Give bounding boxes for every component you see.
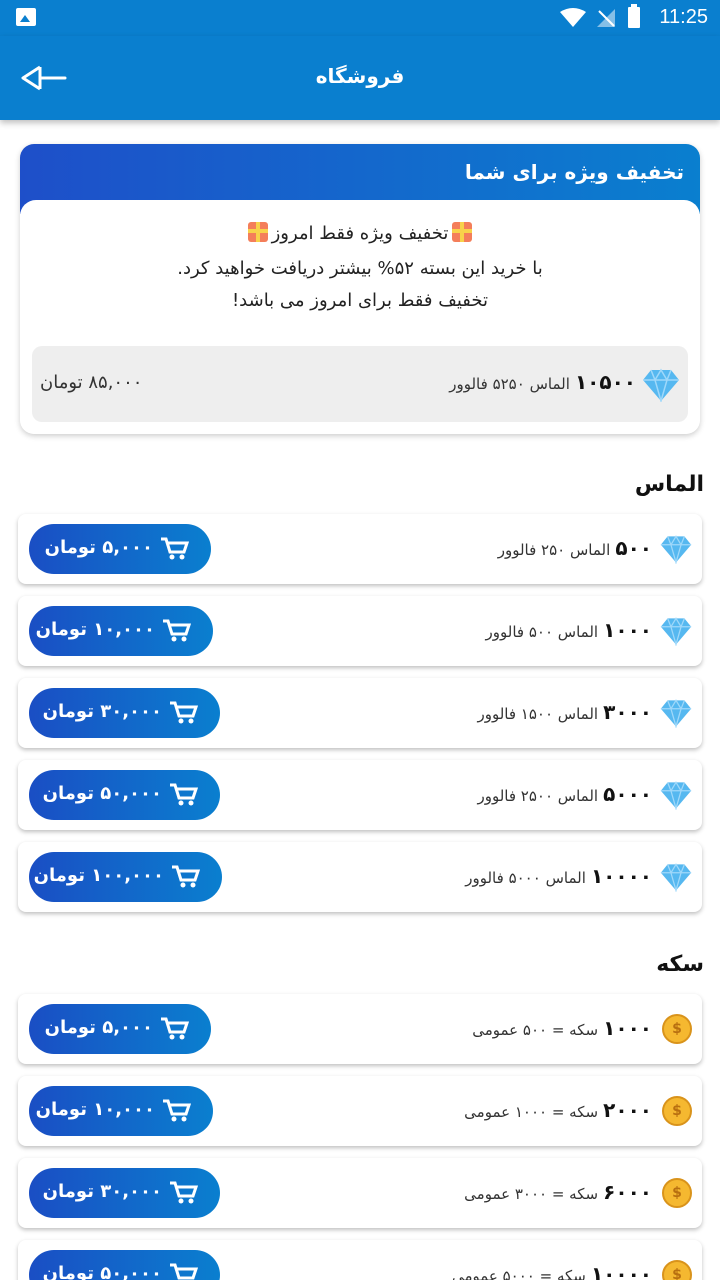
package-label: الماس ۵۰۰۰ فالوور [465,869,586,887]
package-desc: ۶۰۰۰ سکه = ۳۰۰۰ عمومی [464,1180,652,1204]
buy-button[interactable]: ۱۰,۰۰۰ تومان [29,606,213,656]
package-amount: ۶۰۰۰ [603,1180,652,1204]
wifi-icon [560,8,586,27]
offer-package-label: الماس ۵۲۵۰ فالوور [449,375,570,393]
package-amount: ۱۰۰۰ [603,618,652,642]
battery-icon [628,4,640,28]
cart-icon [163,1099,191,1122]
clock: 11:25 [659,6,708,28]
package-desc: ۵۰۰۰ الماس ۲۵۰۰ فالوور [477,782,652,806]
package-desc: ۱۰۰۰۰ الماس ۵۰۰۰ فالوور [465,864,652,888]
coin-package: ۵۰,۰۰۰ تومان $ ۱۰۰۰۰ سکه = ۵۰۰۰ عمومی [18,1240,702,1280]
cart-icon [172,865,200,888]
diamond-package: ۵۰,۰۰۰ تومان ۵۰۰۰ الماس ۲۵۰۰ فالوور [18,760,702,830]
image-notification-icon [16,8,36,26]
package-desc: ۲۰۰۰ سکه = ۱۰۰۰ عمومی [464,1098,652,1122]
diamond-icon [660,617,692,646]
cart-icon [170,783,198,806]
package-label: الماس ۲۵۰ فالوور [497,541,611,559]
buy-button-price: ۵۰,۰۰۰ تومان [42,1263,162,1280]
buy-button[interactable]: ۵۰,۰۰۰ تومان [29,770,220,820]
gift-icon [452,222,473,242]
package-amount: ۵۰۰ [615,536,652,560]
package-amount: ۳۰۰۰ [603,700,652,724]
cart-icon [170,1181,198,1204]
buy-button-price: ۱۰,۰۰۰ تومان [35,619,155,640]
diamond-icon [643,368,679,402]
buy-button-price: ۵,۰۰۰ تومان [44,1017,153,1038]
package-amount: ۲۰۰۰ [603,1098,652,1122]
package-desc: ۱۰۰۰ سکه = ۵۰۰ عمومی [472,1016,652,1040]
offer-line-3: تخفیف فقط برای امروز می باشد! [231,290,489,311]
status-bar: 11:25 [0,0,720,36]
package-label: الماس ۱۵۰۰ فالوور [477,705,599,723]
buy-button[interactable]: ۱۰۰,۰۰۰ تومان [29,852,222,902]
offer-body: تخفیف ویژه فقط امروز با خرید این بسته ۵۲… [20,200,700,434]
buy-button-price: ۵۰,۰۰۰ تومان [42,783,162,804]
gift-icon [247,222,268,242]
offer-package[interactable]: ۱۰۵۰۰ الماس ۵۲۵۰ فالوور ۸۵,۰۰۰ تومان [32,346,688,422]
package-amount: ۱۰۰۰۰ [590,1262,652,1280]
package-amount: ۵۰۰۰ [603,782,652,806]
coin-package: ۵,۰۰۰ تومان $ ۱۰۰۰ سکه = ۵۰۰ عمومی [18,994,702,1064]
diamond-package: ۵,۰۰۰ تومان ۵۰۰ الماس ۲۵۰ فالوور [18,514,702,584]
diamond-package: ۱۰۰,۰۰۰ تومان ۱۰۰۰۰ الماس ۵۰۰۰ فالوور [18,842,702,912]
buy-button[interactable]: ۵,۰۰۰ تومان [29,524,211,574]
offer-package-amount: ۱۰۵۰۰ [574,370,636,394]
offer-line-1: تخفیف ویژه فقط امروز [20,222,700,244]
coin-icon: $ [662,1014,692,1044]
package-label: سکه = ۵۰۰۰ عمومی [451,1267,586,1280]
coin-icon: $ [662,1260,692,1280]
app-bar: فروشگاه [0,36,720,120]
special-offer-card: تخفیف ویژه برای شما تخفیف ویژه فقط امروز… [20,144,700,434]
buy-button-price: ۱۰,۰۰۰ تومان [35,1099,155,1120]
coin-package: ۳۰,۰۰۰ تومان $ ۶۰۰۰ سکه = ۳۰۰۰ عمومی [18,1158,702,1228]
diamond-icon [660,863,692,892]
offer-line-1-text: تخفیف ویژه فقط امروز [271,223,449,244]
cart-icon [170,701,198,724]
offer-heading: تخفیف ویژه برای شما [464,160,684,184]
coins-section-title: سکه [656,952,704,977]
package-desc: ۵۰۰ الماس ۲۵۰ فالوور [498,536,652,560]
package-label: سکه = ۳۰۰۰ عمومی [464,1185,599,1203]
diamond-icon [660,699,692,728]
package-label: سکه = ۱۰۰۰ عمومی [464,1103,599,1121]
no-signal-icon [597,9,615,27]
cart-icon [163,619,191,642]
buy-button-price: ۵,۰۰۰ تومان [44,537,153,558]
package-desc: ۱۰۰۰۰ سکه = ۵۰۰۰ عمومی [452,1262,652,1280]
package-desc: ۳۰۰۰ الماس ۱۵۰۰ فالوور [477,700,652,724]
buy-button[interactable]: ۱۰,۰۰۰ تومان [29,1086,213,1136]
offer-package-desc: ۱۰۵۰۰ الماس ۵۲۵۰ فالوور [449,370,636,394]
diamonds-section-title: الماس [634,472,704,497]
buy-button[interactable]: ۳۰,۰۰۰ تومان [29,688,220,738]
buy-button-price: ۳۰,۰۰۰ تومان [42,1181,162,1202]
cart-icon [161,537,189,560]
buy-button[interactable]: ۳۰,۰۰۰ تومان [29,1168,220,1218]
coin-package: ۱۰,۰۰۰ تومان $ ۲۰۰۰ سکه = ۱۰۰۰ عمومی [18,1076,702,1146]
package-amount: ۱۰۰۰ [603,1016,652,1040]
cart-icon [170,1263,198,1280]
package-label: الماس ۲۵۰۰ فالوور [477,787,599,805]
page-title: فروشگاه [315,64,405,88]
coin-icon: $ [662,1178,692,1208]
package-amount: ۱۰۰۰۰ [590,864,652,888]
package-label: الماس ۵۰۰ فالوور [485,623,599,641]
coin-icon: $ [662,1096,692,1126]
diamond-icon [660,781,692,810]
offer-package-price: ۸۵,۰۰۰ تومان [40,372,143,393]
buy-button-price: ۳۰,۰۰۰ تومان [42,701,162,722]
offer-line-2: با خرید این بسته ۵۲% بیشتر دریافت خواهید… [177,258,543,279]
diamond-package: ۳۰,۰۰۰ تومان ۳۰۰۰ الماس ۱۵۰۰ فالوور [18,678,702,748]
package-label: سکه = ۵۰۰ عمومی [472,1021,599,1039]
diamond-package: ۱۰,۰۰۰ تومان ۱۰۰۰ الماس ۵۰۰ فالوور [18,596,702,666]
buy-button[interactable]: ۵۰,۰۰۰ تومان [29,1250,220,1280]
cart-icon [161,1017,189,1040]
buy-button-price: ۱۰۰,۰۰۰ تومان [33,865,164,886]
diamond-icon [660,535,692,564]
buy-button[interactable]: ۵,۰۰۰ تومان [29,1004,211,1054]
package-desc: ۱۰۰۰ الماس ۵۰۰ فالوور [486,618,652,642]
